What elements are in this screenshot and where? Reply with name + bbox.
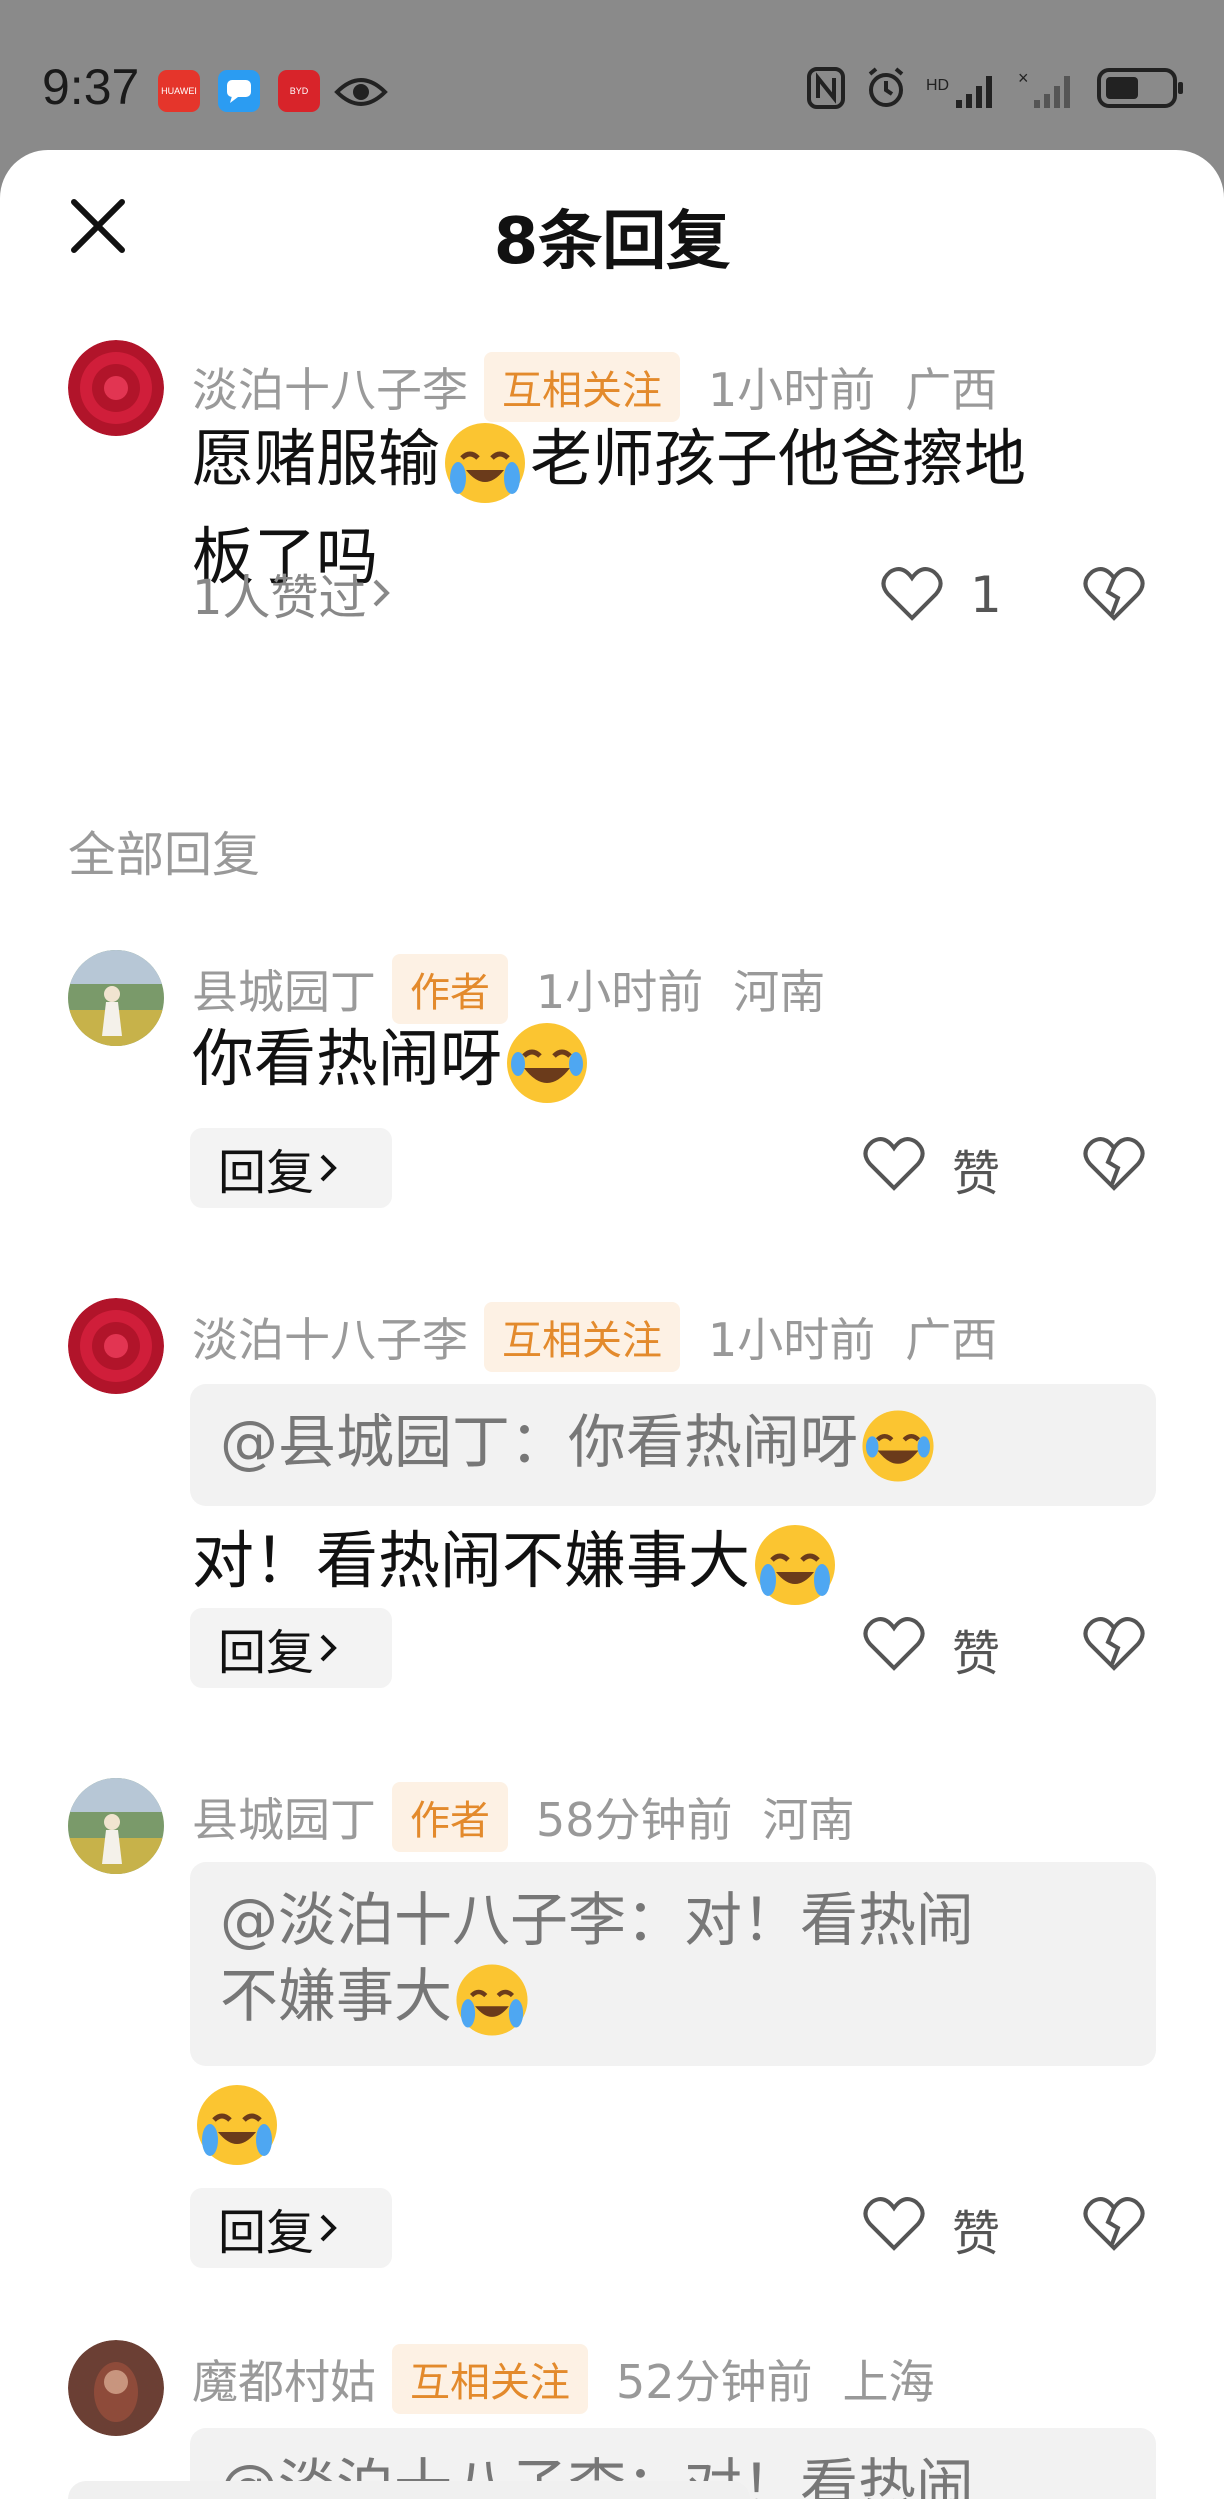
dislike-button[interactable] [1082,1614,1146,1674]
message-app-icon [218,70,260,112]
nfc-icon [807,67,845,109]
liked-by-text: 1人赞过 [192,570,367,626]
author-name[interactable]: 淡泊十八子李 [192,1304,468,1370]
comment-time: 52分钟前 [616,2355,813,2409]
comment-meta: 魔都村姑 互相关注 52分钟前 上海 [192,2344,935,2414]
comment-actions: 1 [860,558,1160,638]
comment-text[interactable]: 对！看热闹不嫌事大 [192,1512,840,1610]
comment-text-part: 你看热闹呀 [192,1022,503,1095]
dislike-button[interactable] [1082,564,1146,624]
status-time: 9:37 [42,59,140,115]
dislike-button[interactable] [1082,2194,1146,2254]
quote-text: 不嫌事大 [220,1962,453,2030]
comment-text[interactable]: 你看热闹呀 [192,1010,592,1108]
tears-of-joy-emoji-icon [862,1410,934,1482]
reply-button[interactable]: 回复 [190,2188,392,2268]
comment-time: 58分钟前 [536,1793,733,1847]
comment-text-part: 老师孩子他爸擦地 [530,422,1027,495]
avatar[interactable] [68,340,164,436]
crying-laughing-emoji-icon [456,1964,528,2036]
comment-text[interactable] [192,2072,282,2170]
alarm-icon [868,67,904,107]
input-bar[interactable] [68,2481,750,2499]
comment-actions: 赞 [860,1128,1160,1208]
like-label: 赞 [952,1146,1001,1202]
like-button[interactable] [880,564,944,624]
avatar[interactable] [68,2340,164,2436]
svg-text:HD: HD [926,77,949,94]
svg-text:×: × [1018,68,1029,88]
status-bar: 9:37 HUAWEI BYD HD × [0,0,1224,150]
like-button[interactable] [862,1134,926,1194]
eye-icon [334,72,388,116]
chevron-right-icon [320,2214,337,2242]
like-label: 赞 [952,2206,1001,2262]
avatar[interactable] [68,950,164,1046]
chevron-right-icon [320,1634,337,1662]
sheet-title: 8条回复 [493,205,731,279]
comment-location: 上海 [842,2355,935,2409]
reply-button[interactable]: 回复 [190,1128,392,1208]
author-name[interactable]: 魔都村姑 [192,2346,376,2412]
comment-location: 河南 [762,1793,855,1847]
avatar[interactable] [68,1298,164,1394]
mutual-follow-badge: 互相关注 [484,1302,680,1372]
quoted-reply: @县城园丁：你看热闹呀 [190,1384,1156,1506]
reply-button-label: 回复 [218,2205,315,2261]
liked-by-link[interactable]: 1人赞过 [192,558,397,628]
quoted-reply: @淡泊十八子李：对！看热闹 不嫌事大 [190,1862,1156,2066]
quote-text: @淡泊十八子李：对！看热闹 [220,1886,975,1954]
replies-sheet: 8条回复 淡泊十八子李 互相关注 1小时前 广西 愿赌服输 老师孩子他爸擦地 板了… [0,150,1224,2499]
battery-icon [1097,68,1183,108]
dislike-button[interactable] [1082,1134,1146,1194]
like-count: 1 [970,566,1002,624]
avatar[interactable] [68,1778,164,1874]
byd-app-icon: BYD [278,70,320,112]
chevron-right-icon [373,579,390,607]
comment-text-part: 愿赌服输 [192,422,441,495]
comment-actions: 赞 [860,1608,1160,1688]
signal-icon: HD [926,76,992,108]
mutual-follow-badge: 互相关注 [392,2344,588,2414]
like-label: 赞 [952,1626,1001,1682]
comment-location: 广西 [905,1313,998,1367]
reply-button-label: 回复 [218,1145,315,1201]
comment-actions: 赞 [860,2188,1160,2268]
comment-time: 1小时前 [708,1313,876,1367]
author-name[interactable]: 县城园丁 [192,1784,376,1850]
comment-location: 河南 [733,965,826,1019]
huawei-app-icon: HUAWEI [158,70,200,112]
crying-laughing-emoji-icon [197,2084,277,2165]
author-badge: 作者 [392,1782,508,1852]
comment-meta: 县城园丁 作者 58分钟前 河南 [192,1782,855,1852]
quote-text: @县城园丁：你看热闹呀 [220,1408,859,1476]
crying-laughing-emoji-icon [445,422,526,503]
chevron-right-icon [320,1154,337,1182]
reply-button[interactable]: 回复 [190,1608,392,1688]
crying-laughing-emoji-icon [755,1524,836,1605]
status-right-icons: HD × [806,66,1184,110]
comment-meta: 淡泊十八子李 互相关注 1小时前 广西 [192,1302,997,1372]
like-button[interactable] [862,1614,926,1674]
reply-button-label: 回复 [218,1625,315,1681]
comment-text-part: 对！看热闹不嫌事大 [192,1524,751,1597]
tears-of-joy-emoji-icon [507,1022,588,1103]
section-label: 全部回复 [68,827,261,883]
signal-no-sim-icon: × [1018,68,1070,108]
like-button[interactable] [862,2194,926,2254]
